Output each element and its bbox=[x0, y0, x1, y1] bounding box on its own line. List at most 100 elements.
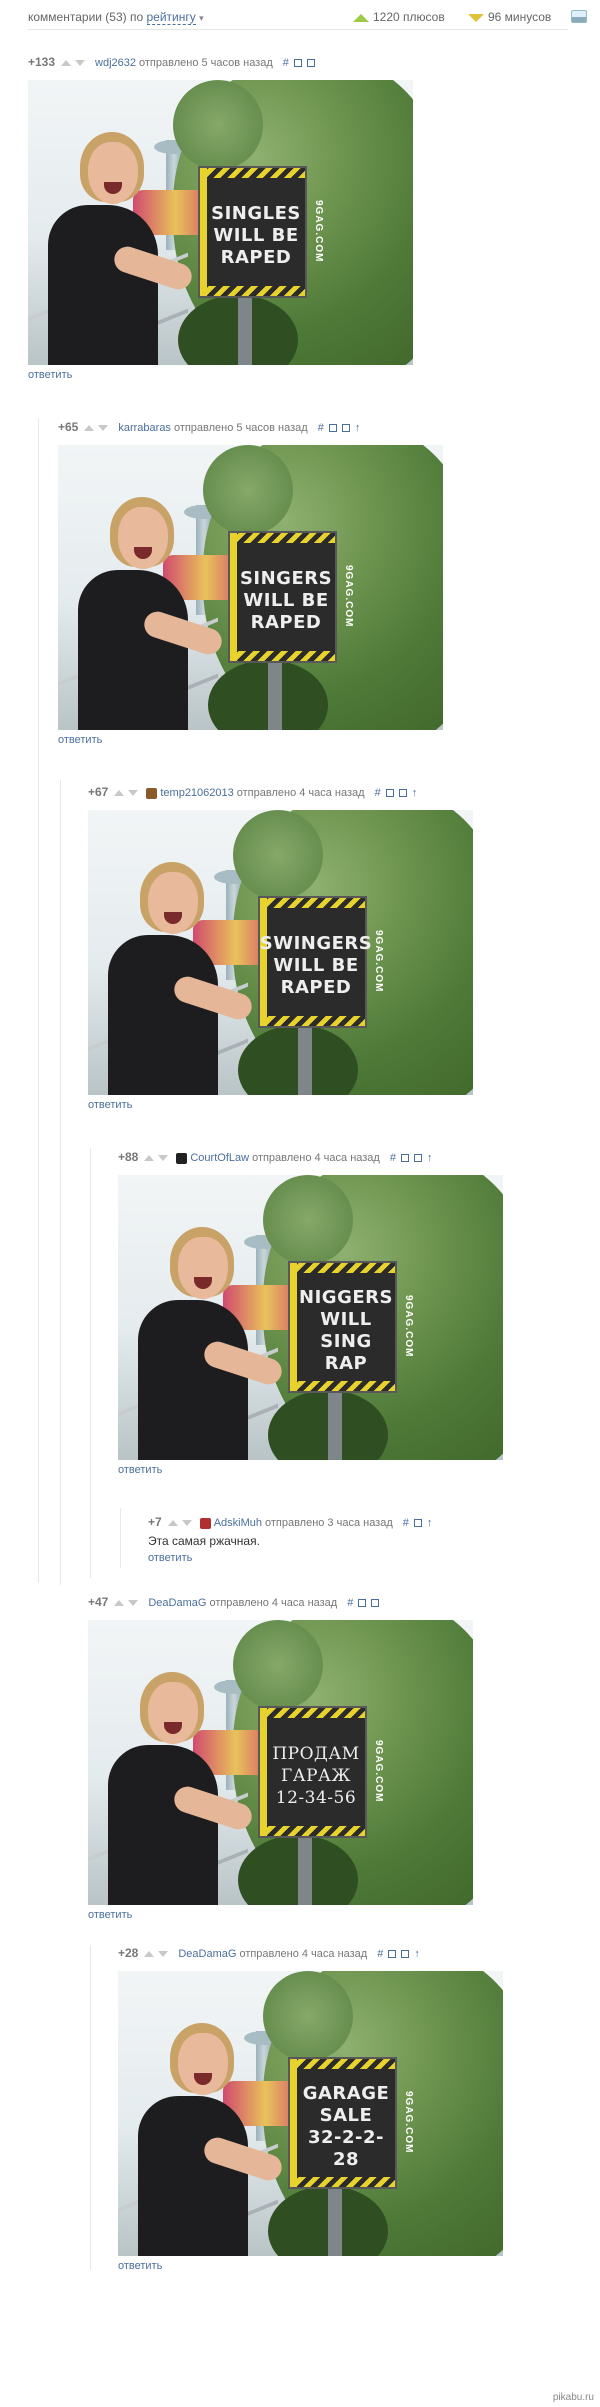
comment: +88 CourtOfLaw отправлено 4 часа назад # ↑ NI… bbox=[118, 1149, 503, 1476]
thread-line bbox=[90, 1945, 91, 2270]
save-icon[interactable] bbox=[306, 59, 315, 68]
reply-link[interactable]: ответить bbox=[148, 1552, 437, 1564]
comment: +7 AdskiMuh отправлено 3 часа назад # ↑ Эта с… bbox=[148, 1514, 437, 1564]
parent-arrow-icon[interactable]: ↑ bbox=[355, 420, 361, 436]
reply-link[interactable]: ответить bbox=[118, 2260, 503, 2272]
parent-arrow-icon[interactable]: ↑ bbox=[427, 1515, 433, 1531]
comment-time[interactable]: 5 часов назад bbox=[201, 57, 272, 69]
collapse-icon[interactable] bbox=[385, 789, 394, 798]
vote-up-icon[interactable] bbox=[114, 790, 125, 797]
meme-image: SINGERS WILL BE RAPED 9GAG.COM bbox=[58, 445, 443, 730]
comment-time[interactable]: 4 часа назад bbox=[315, 1152, 380, 1164]
comment-header: +28 DeaDamaG отправлено 4 часа назад # ↑ bbox=[118, 1945, 503, 1961]
sign-line: RAP bbox=[324, 1353, 368, 1374]
plus-count: 1220 плюсов bbox=[353, 10, 445, 24]
meme-watermark: 9GAG.COM bbox=[373, 1740, 384, 1803]
permalink-hash-icon[interactable]: # bbox=[375, 785, 381, 801]
collapse-icon[interactable] bbox=[358, 1599, 367, 1608]
vote-down-icon[interactable] bbox=[75, 60, 86, 67]
reply-link[interactable]: ответить bbox=[118, 1464, 503, 1476]
comment-author[interactable]: AdskiMuh bbox=[214, 1517, 262, 1529]
comment-time[interactable]: 3 часа назад bbox=[327, 1517, 392, 1529]
reply-link[interactable]: ответить bbox=[28, 369, 413, 381]
comment-rating: +65 bbox=[58, 420, 79, 434]
avatar[interactable] bbox=[176, 1152, 188, 1164]
comment-sent-label: отправлено bbox=[139, 57, 199, 69]
parent-arrow-icon[interactable]: ↑ bbox=[427, 1150, 433, 1166]
avatar[interactable] bbox=[146, 787, 158, 799]
comment-tools: # bbox=[283, 57, 320, 69]
collapse-icon[interactable] bbox=[293, 59, 302, 68]
permalink-hash-icon[interactable]: # bbox=[403, 1515, 409, 1531]
comment-time[interactable]: 4 часа назад bbox=[299, 787, 364, 799]
comment-author[interactable]: CourtOfLaw bbox=[190, 1152, 249, 1164]
sign-line: GARAGE bbox=[302, 2083, 390, 2104]
save-icon[interactable] bbox=[413, 1154, 422, 1163]
collapse-icon[interactable] bbox=[388, 1950, 397, 1959]
comment-time[interactable]: 4 часа назад bbox=[272, 1597, 337, 1609]
save-icon[interactable] bbox=[398, 789, 407, 798]
permalink-hash-icon[interactable]: # bbox=[318, 420, 324, 436]
save-icon[interactable] bbox=[413, 1519, 422, 1528]
sign-line: SINGERS bbox=[239, 568, 333, 589]
vote-up-icon[interactable] bbox=[114, 1600, 125, 1607]
reply-link[interactable]: ответить bbox=[58, 734, 443, 746]
sign-line: RAPED bbox=[220, 247, 292, 268]
chevron-down-icon[interactable]: ▾ bbox=[199, 13, 204, 23]
comment-sent-label: отправлено bbox=[239, 1948, 299, 1960]
comment-rating: +67 bbox=[88, 785, 109, 799]
sign-line: SINGLES bbox=[211, 203, 301, 224]
vote-down-icon[interactable] bbox=[158, 1951, 169, 1958]
save-icon[interactable] bbox=[341, 424, 350, 433]
permalink-hash-icon[interactable]: # bbox=[390, 1150, 396, 1166]
comment-author[interactable]: karrabaras bbox=[118, 422, 171, 434]
vote-up-icon[interactable] bbox=[84, 425, 95, 432]
vote-up-icon[interactable] bbox=[167, 1520, 178, 1527]
parent-arrow-icon[interactable]: ↑ bbox=[412, 785, 418, 801]
collapse-icon[interactable] bbox=[400, 1154, 409, 1163]
image-mode-icon[interactable] bbox=[571, 10, 587, 23]
sort-rating-dropdown[interactable]: рейтингу bbox=[146, 10, 196, 25]
sign-line: WILL SING bbox=[320, 1309, 372, 1352]
comments-sort-bar: комментарии (53) по рейтингу ▾ 1220 плюс… bbox=[28, 8, 587, 30]
vote-up-icon[interactable] bbox=[144, 1951, 155, 1958]
comment-text: Эта самая ржачная. bbox=[148, 1534, 260, 1548]
comment-author[interactable]: temp21062013 bbox=[160, 787, 233, 799]
comment-header: +7 AdskiMuh отправлено 3 часа назад # ↑ bbox=[148, 1514, 437, 1530]
save-icon[interactable] bbox=[401, 1950, 410, 1959]
minus-count: 96 минусов bbox=[468, 10, 551, 24]
sign-line: RAPED bbox=[250, 612, 322, 633]
avatar[interactable] bbox=[199, 1517, 211, 1529]
meme-watermark: 9GAG.COM bbox=[403, 1295, 414, 1358]
comment-rating: +28 bbox=[118, 1946, 139, 1960]
vote-down-icon[interactable] bbox=[98, 425, 109, 432]
permalink-hash-icon[interactable]: # bbox=[347, 1595, 353, 1611]
comment: +65 karrabaras отправлено 5 часов назад # ↑ S… bbox=[58, 419, 443, 746]
comment-time[interactable]: 5 часов назад bbox=[236, 422, 307, 434]
meme-image: SWINGERS WILL BE RAPED 9GAG.COM bbox=[88, 810, 473, 1095]
permalink-hash-icon[interactable]: # bbox=[283, 55, 289, 71]
vote-up-icon[interactable] bbox=[61, 60, 72, 67]
comment-tools: # ↑ bbox=[318, 422, 366, 434]
vote-down-icon[interactable] bbox=[158, 1155, 169, 1162]
comment-time[interactable]: 4 часа назад bbox=[302, 1948, 367, 1960]
comment-sent-label: отправлено bbox=[209, 1597, 269, 1609]
reply-link[interactable]: ответить bbox=[88, 1099, 473, 1111]
collapse-icon[interactable] bbox=[328, 424, 337, 433]
parent-arrow-icon[interactable]: ↑ bbox=[414, 1946, 420, 1962]
vote-up-icon[interactable] bbox=[144, 1155, 155, 1162]
vote-down-icon[interactable] bbox=[181, 1520, 192, 1527]
comment-author[interactable]: DeaDamaG bbox=[178, 1948, 236, 1960]
permalink-hash-icon[interactable]: # bbox=[377, 1946, 383, 1962]
comment-rating: +88 bbox=[118, 1150, 139, 1164]
vote-down-icon[interactable] bbox=[128, 1600, 139, 1607]
vote-down-icon[interactable] bbox=[128, 790, 139, 797]
sign-line: SALE bbox=[319, 2105, 373, 2126]
comment-author[interactable]: DeaDamaG bbox=[148, 1597, 206, 1609]
reply-link[interactable]: ответить bbox=[88, 1909, 473, 1921]
meme-image: NIGGERS WILL SING RAP 9GAG.COM bbox=[118, 1175, 503, 1460]
comment-author[interactable]: wdj2632 bbox=[95, 57, 136, 69]
comment-header: +67 temp21062013 отправлено 4 часа назад # ↑ bbox=[88, 784, 473, 800]
save-icon[interactable] bbox=[371, 1599, 380, 1608]
plus-count-label: 1220 плюсов bbox=[373, 10, 445, 24]
